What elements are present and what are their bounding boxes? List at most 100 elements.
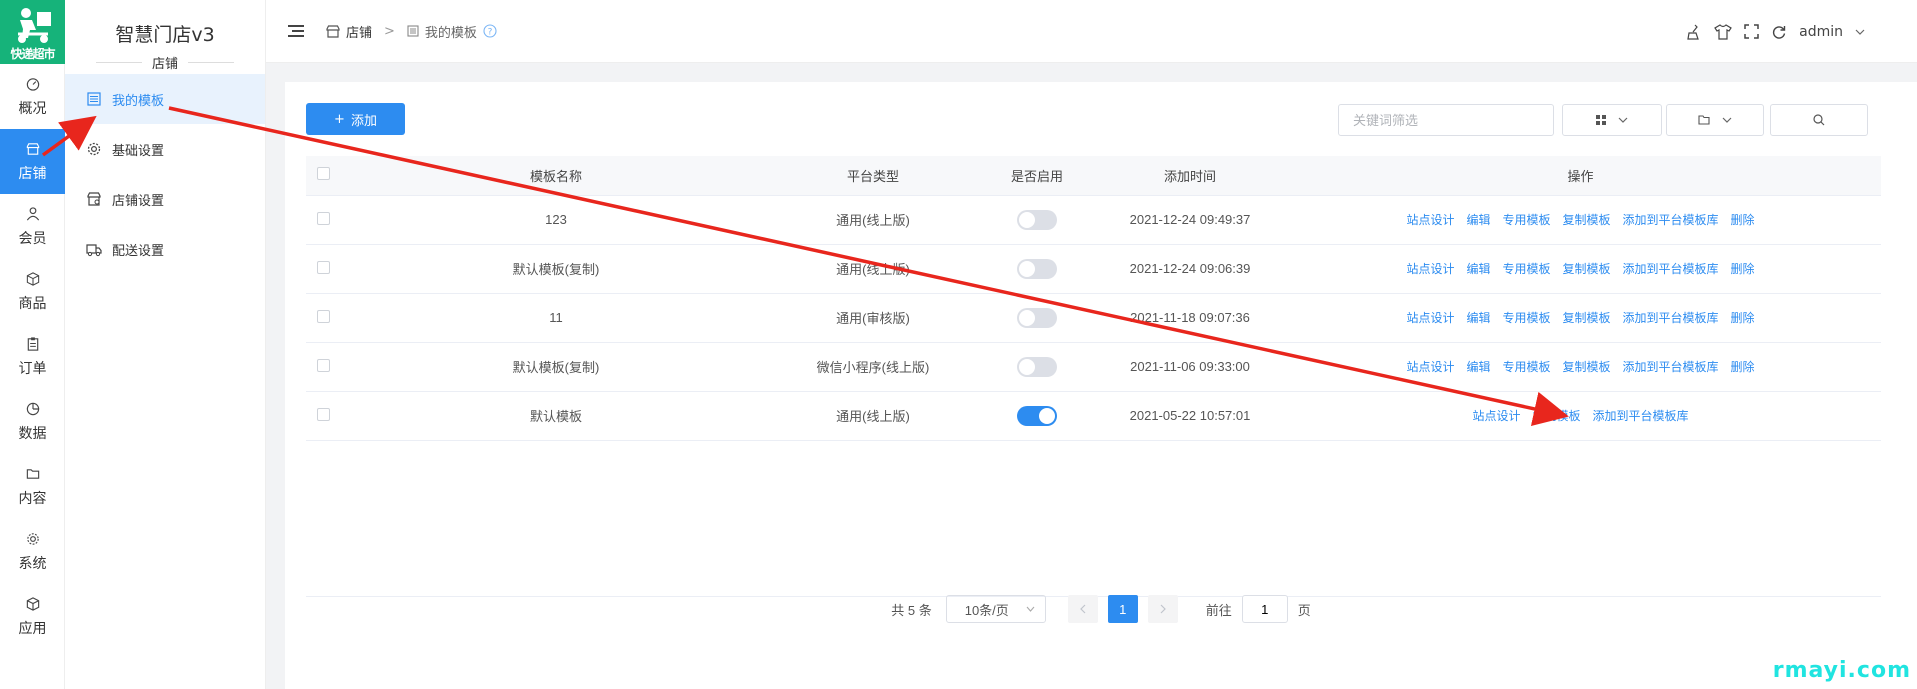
next-page-button[interactable] [1147,595,1178,623]
rail-item-dashboard[interactable]: 概况 [0,64,65,129]
row-checkbox[interactable] [316,309,330,323]
row-checkbox[interactable] [316,407,330,421]
chevron-down-icon[interactable] [1855,29,1865,35]
subnav-item-0[interactable]: 我的模板 [65,74,265,124]
row-action-link[interactable]: 添加到平台模板库 [1623,358,1719,375]
rail-item-cube[interactable]: 应用 [0,584,65,649]
subnav-item-3[interactable]: 配送设置 [65,224,265,274]
row-select-cell [306,244,340,294]
template-name-cell: 默认模板(复制) [340,244,772,294]
goto-page-input[interactable] [1241,595,1288,623]
enabled-cell [974,244,1100,294]
row-action-link[interactable]: 添加到平台模板库 [1623,260,1719,277]
enabled-toggle[interactable] [1017,209,1057,230]
rail-item-clipboard[interactable]: 订单 [0,324,65,389]
add-button-label: 添加 [350,113,377,129]
row-action-link[interactable]: 复制模板 [1563,358,1611,375]
template-name-cell: 11 [340,293,772,343]
row-action-link[interactable]: 删除 [1731,211,1755,228]
row-action-link[interactable]: 复制模板 [1532,407,1580,424]
row-action-link[interactable]: 删除 [1731,309,1755,326]
rail-item-folder[interactable]: 内容 [0,454,65,519]
search-button[interactable] [1770,104,1868,136]
row-action-link[interactable]: 添加到平台模板库 [1623,309,1719,326]
breadcrumb-current: 我的模板 [424,25,477,41]
row-action-link[interactable]: 站点设计 [1472,407,1520,424]
row-action-link[interactable]: 编辑 [1466,211,1490,228]
add-button[interactable]: + 添加 [306,103,405,135]
view-mode-select[interactable] [1562,104,1662,136]
select-all-checkbox[interactable] [316,167,330,181]
row-action-link[interactable]: 复制模板 [1563,309,1611,326]
row-action-link[interactable]: 站点设计 [1406,309,1454,326]
row-action-link[interactable]: 删除 [1731,358,1755,375]
keyword-filter-input[interactable] [1338,104,1554,136]
breadcrumb-separator: > [384,23,395,39]
actions-cell: 站点设计 编辑 专用模板 复制模板 添加到平台模板库 删除 [1280,293,1881,343]
chevron-down-icon [1026,606,1035,612]
refresh-icon[interactable] [1771,24,1787,40]
svg-text:?: ? [488,28,493,38]
subnav-item-1[interactable]: 基础设置 [65,124,265,174]
row-action-link[interactable]: 编辑 [1466,309,1490,326]
rail-item-gear[interactable]: 系统 [0,519,65,584]
goto-suffix: 页 [1297,602,1311,618]
row-action-link[interactable]: 添加到平台模板库 [1593,407,1689,424]
template-icon [87,92,101,106]
breadcrumb-root[interactable]: 店铺 [346,22,372,41]
col-platform: 平台类型 [772,156,974,196]
row-action-link[interactable]: 站点设计 [1406,358,1454,375]
row-select-cell [306,342,340,392]
shirt-icon[interactable] [1714,23,1732,40]
row-action-link[interactable]: 站点设计 [1406,211,1454,228]
row-checkbox[interactable] [316,358,330,372]
rail-item-box[interactable]: 商品 [0,259,65,324]
user-icon [26,206,39,220]
prev-page-button[interactable] [1067,595,1098,623]
actions-cell: 站点设计 编辑 专用模板 复制模板 添加到平台模板库 删除 [1280,195,1881,245]
row-action-link[interactable]: 编辑 [1466,358,1490,375]
page-size-select[interactable]: 10条/页 [945,595,1046,623]
col-enabled: 是否启用 [974,156,1100,196]
table-row: 11 通用(审核版) 2021-11-18 09:07:36 站点设计 编辑 专用模板 复制… [306,293,1881,343]
row-action-link[interactable]: 专用模板 [1502,358,1550,375]
enabled-toggle[interactable] [1017,258,1057,279]
rail-item-user[interactable]: 会员 [0,194,65,259]
row-select-cell [306,391,340,441]
row-checkbox[interactable] [316,260,330,274]
top-bar: 店铺 > 我的模板 ? admin [266,0,1917,63]
row-action-link[interactable]: 复制模板 [1563,260,1611,277]
page-number-1[interactable]: 1 [1107,595,1138,623]
broom-icon[interactable] [1686,24,1702,40]
box-icon [26,271,39,286]
brand-logo[interactable]: 快递超市 [0,0,65,64]
folder-select[interactable] [1666,104,1764,136]
user-menu[interactable]: admin [1799,24,1843,40]
row-action-link[interactable]: 专用模板 [1502,260,1550,277]
enabled-toggle[interactable] [1017,307,1057,328]
rail-item-store[interactable]: 店铺 [0,129,65,194]
chevron-right-icon [1160,604,1166,614]
help-icon[interactable]: ? [483,24,497,38]
rail-item-chart[interactable]: 数据 [0,389,65,454]
row-action-link[interactable]: 编辑 [1466,260,1490,277]
row-action-link[interactable]: 删除 [1731,260,1755,277]
rail-item-label: 数据 [18,425,47,442]
cube-icon [26,596,39,611]
row-action-link[interactable]: 专用模板 [1502,211,1550,228]
row-action-link[interactable]: 添加到平台模板库 [1623,211,1719,228]
row-action-link[interactable]: 专用模板 [1502,309,1550,326]
row-action-link[interactable]: 复制模板 [1563,211,1611,228]
row-action-link[interactable]: 站点设计 [1406,260,1454,277]
rail-item-label: 应用 [18,620,47,637]
row-checkbox[interactable] [316,211,330,225]
menu-toggle-icon[interactable] [288,24,304,38]
fullscreen-icon[interactable] [1744,24,1759,39]
subnav-item-2[interactable]: 店铺设置 [65,174,265,224]
gear-icon [26,532,39,545]
section-label: 店铺 [151,57,178,72]
enabled-toggle[interactable] [1017,405,1057,426]
platform-type-cell: 通用(线上版) [772,391,974,441]
enabled-toggle[interactable] [1017,356,1057,377]
logo-text: 快递超市 [10,47,55,61]
